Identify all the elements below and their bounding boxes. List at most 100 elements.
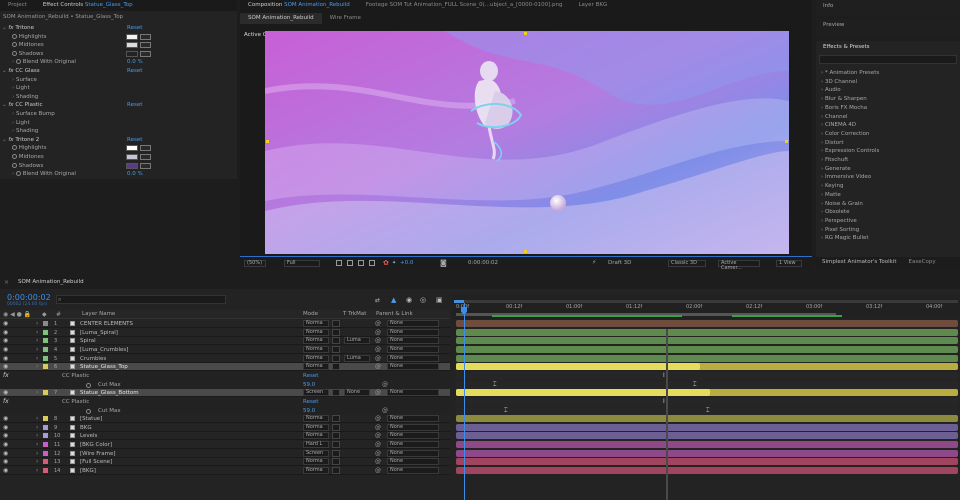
stopwatch-icon[interactable] — [86, 408, 91, 415]
fast-previews-icon[interactable]: ⚡ — [592, 259, 596, 266]
renderer-dropdown[interactable]: Classic 3D — [668, 260, 706, 267]
col-parent[interactable]: Parent & Link — [376, 311, 413, 317]
label-color[interactable] — [43, 442, 48, 448]
preserve-transparency-toggle[interactable] — [332, 458, 340, 466]
layer-name[interactable]: [BKG Color] — [80, 442, 112, 448]
preserve-transparency-toggle[interactable] — [332, 441, 340, 449]
effect-category[interactable]: › Channel — [821, 113, 848, 122]
pick-whip-icon[interactable]: @ — [375, 467, 381, 474]
label-color[interactable] — [43, 459, 48, 465]
preserve-transparency-toggle[interactable] — [332, 354, 340, 362]
region-of-interest-icon[interactable] — [336, 260, 342, 266]
transparency-grid-icon[interactable] — [347, 260, 353, 266]
layer-row[interactable]: ◉ › 12 [Wire Frame] Screen @ None — [0, 449, 450, 458]
chevron-right-icon[interactable]: › — [36, 346, 38, 353]
track-matte-dropdown[interactable]: Luma — [344, 337, 370, 345]
layer-duration-bar[interactable] — [456, 441, 958, 449]
views-dropdown[interactable]: 1 View — [776, 260, 802, 267]
layer-row[interactable]: ◉ › 2 [Luma_Spiral] Norma @ None — [0, 328, 450, 337]
cut-max-value[interactable]: 59.0 — [303, 382, 315, 388]
blend-mode-dropdown[interactable]: Norma — [303, 458, 329, 466]
layer-name[interactable]: [Statue] — [80, 416, 102, 422]
tab-easecopy[interactable]: EaseCopy — [903, 257, 942, 268]
tab-animators-toolkit[interactable]: Simplest Animator's Toolkit — [816, 257, 903, 268]
chevron-right-icon[interactable]: › — [36, 329, 38, 336]
reset-link[interactable]: Reset — [303, 399, 318, 405]
color-swatch[interactable] — [126, 33, 138, 40]
effect-category[interactable]: › Obsolete — [821, 208, 849, 217]
eye-icon[interactable]: ◉ — [3, 346, 8, 353]
layer-row[interactable]: ◉ › 5 Crumbles Norma Luma @ None — [0, 354, 450, 363]
keyframe-icon[interactable]: ⌶ — [706, 407, 710, 415]
keyframe-icon[interactable]: ⌶ — [693, 381, 697, 389]
tab-effect-controls[interactable]: Effect Controls Statue_Glass_Top — [35, 0, 141, 11]
label-color[interactable] — [43, 468, 48, 474]
label-color[interactable] — [43, 346, 48, 352]
pick-whip-icon[interactable]: @ — [375, 346, 381, 353]
layer-row[interactable]: ◉ › 10 Levels Norma @ None — [0, 432, 450, 441]
preserve-transparency-toggle[interactable] — [332, 337, 340, 345]
subtab-som-animation[interactable]: SOM Animation_Rebuild — [240, 13, 322, 24]
chevron-right-icon[interactable]: › — [36, 441, 38, 448]
blend-mode-dropdown[interactable]: Norma — [303, 354, 329, 362]
info-tab[interactable]: Info — [823, 3, 833, 9]
fx-icon[interactable]: fx — [3, 372, 9, 379]
parent-dropdown[interactable]: None — [387, 363, 439, 371]
stopwatch-icon[interactable] — [12, 42, 17, 48]
pick-whip-icon[interactable]: @ — [375, 363, 381, 370]
graph-editor-icon[interactable]: ▣ — [436, 296, 443, 304]
blend-mode-dropdown[interactable]: Screen — [303, 449, 329, 457]
label-color[interactable] — [43, 450, 48, 456]
layer-duration-bar[interactable] — [456, 415, 958, 423]
preserve-transparency-toggle[interactable] — [332, 328, 340, 336]
layer-row[interactable]: ◉ › 9 BKG Norma @ None — [0, 423, 450, 432]
blend-mode-dropdown[interactable]: Norma — [303, 337, 329, 345]
expression-pick-icon[interactable]: @ — [382, 407, 388, 414]
expression-pick-icon[interactable]: @ — [382, 381, 388, 388]
preserve-transparency-toggle[interactable] — [332, 320, 340, 327]
blend-mode-dropdown[interactable]: Norma — [303, 423, 329, 431]
label-color[interactable] — [43, 416, 48, 422]
layer-duration-bar[interactable] — [456, 423, 958, 431]
effect-category[interactable]: › Color Correction — [821, 130, 870, 139]
blend-mode-dropdown[interactable]: Norma — [303, 432, 329, 440]
eye-icon[interactable]: ◉ — [3, 432, 8, 439]
pick-whip-icon[interactable]: @ — [375, 337, 381, 344]
layer-name[interactable]: [Luma_Spiral] — [80, 330, 118, 336]
tab-layer[interactable]: Layer BKG — [570, 0, 615, 11]
preserve-transparency-toggle[interactable] — [332, 363, 340, 371]
preserve-transparency-toggle[interactable] — [332, 449, 340, 457]
layer-duration-bar[interactable] — [456, 320, 958, 327]
reset-link[interactable]: Reset — [303, 373, 318, 379]
layer-duration-bar[interactable] — [456, 337, 958, 345]
layer-row[interactable]: ◉ › 1 CENTER ELEMENTS Norma @ None — [0, 320, 450, 328]
eye-icon[interactable]: ◉ — [3, 329, 8, 336]
layer-row[interactable]: ◉ › 8 [Statue] Norma @ None — [0, 415, 450, 424]
chevron-right-icon[interactable]: › — [36, 424, 38, 431]
parent-dropdown[interactable]: None — [387, 354, 439, 362]
chevron-right-icon[interactable]: › — [36, 450, 38, 457]
subtab-wire-frame[interactable]: Wire Frame — [322, 13, 369, 24]
parent-dropdown[interactable]: None — [387, 320, 439, 327]
effect-subrow[interactable]: fx CC Plastic Reset — [0, 397, 450, 406]
pick-whip-icon[interactable]: @ — [375, 432, 381, 439]
pick-whip-icon[interactable]: @ — [375, 355, 381, 362]
chevron-right-icon[interactable]: › — [36, 320, 38, 327]
chevron-right-icon[interactable]: › — [36, 389, 38, 396]
fx-icon[interactable]: fx — [3, 398, 9, 405]
snapshot-icon[interactable]: ◙ — [440, 259, 447, 267]
chevron-right-icon[interactable]: › — [36, 363, 38, 370]
eye-icon[interactable]: ◉ — [3, 467, 8, 474]
eyedropper-icon[interactable] — [140, 162, 151, 169]
layer-name[interactable]: Crumbles — [80, 356, 106, 362]
pick-whip-icon[interactable]: @ — [375, 415, 381, 422]
preserve-transparency-toggle[interactable] — [332, 389, 340, 397]
chevron-right-icon[interactable]: › — [36, 432, 38, 439]
stopwatch-icon[interactable] — [12, 145, 17, 151]
layer-name[interactable]: [Luma_Crumbles] — [80, 347, 128, 353]
parent-dropdown[interactable]: None — [387, 467, 439, 475]
layer-duration-bar[interactable] — [456, 467, 958, 475]
stopwatch-icon[interactable] — [86, 382, 91, 389]
col-mode[interactable]: Mode — [303, 311, 318, 317]
layer-duration-bar[interactable] — [456, 345, 958, 353]
